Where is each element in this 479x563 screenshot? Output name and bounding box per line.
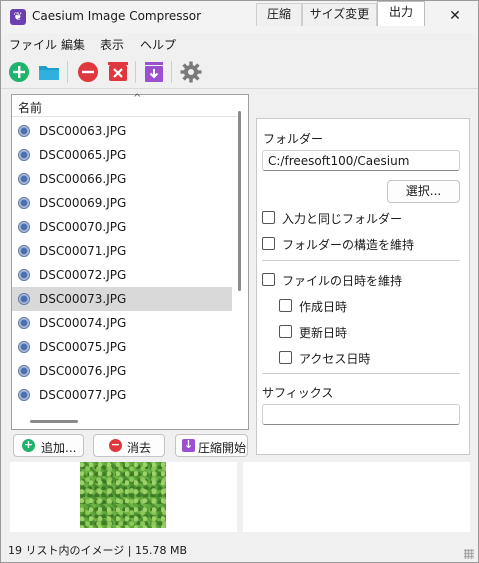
start-compression-button[interactable]: ↓ 圧縮開始 xyxy=(175,434,248,457)
menu-view[interactable]: 表示 xyxy=(100,36,124,53)
list-item[interactable]: DSC00074.JPG xyxy=(12,311,232,335)
image-file-icon xyxy=(18,269,30,281)
folder-label: フォルダー xyxy=(263,132,324,146)
open-folder-icon[interactable] xyxy=(37,60,61,84)
column-header-label: 名前 xyxy=(18,101,43,115)
tab-resize[interactable]: サイズ変更 xyxy=(302,3,377,26)
add-icon[interactable] xyxy=(7,60,31,84)
list-item[interactable]: DSC00063.JPG xyxy=(12,119,232,143)
app-window: ❦ Caesium Image Compressor — ☐ ✕ ファイル 編集… xyxy=(0,0,479,563)
modified-date-checkbox[interactable]: 更新日時 xyxy=(279,324,399,340)
original-preview-pane xyxy=(10,462,237,532)
image-file-icon xyxy=(18,221,30,233)
image-file-icon xyxy=(18,125,30,137)
toolbar xyxy=(1,55,478,89)
image-file-icon xyxy=(18,173,30,185)
image-file-icon xyxy=(18,245,30,257)
tab-output[interactable]: 出力 xyxy=(377,1,425,26)
suffix-input[interactable] xyxy=(262,404,460,425)
suffix-label: サフィックス xyxy=(262,386,334,400)
menu-file[interactable]: ファイル xyxy=(9,36,57,53)
keep-dates-checkbox[interactable]: ファイルの日時を維持 xyxy=(262,272,442,288)
add-files-button[interactable]: + 追加... xyxy=(13,434,84,457)
resize-grip-icon[interactable] xyxy=(464,549,474,559)
add-icon: + xyxy=(22,438,35,452)
list-item[interactable]: DSC00071.JPG xyxy=(12,239,232,263)
list-item[interactable]: DSC00077.JPG xyxy=(12,383,232,407)
image-file-icon xyxy=(18,389,30,401)
keep-structure-checkbox[interactable]: フォルダーの構造を維持 xyxy=(262,236,442,252)
list-item[interactable]: DSC00075.JPG xyxy=(12,335,232,359)
output-panel: フォルダー C:/freesoft100/Caesium 選択... 入力と同じ… xyxy=(256,118,470,455)
image-file-icon xyxy=(18,197,30,209)
sort-ascending-icon: ^ xyxy=(133,93,142,104)
list-item[interactable]: DSC00069.JPG xyxy=(12,191,232,215)
remove-files-button[interactable]: − 消去 xyxy=(93,434,165,457)
list-item[interactable]: DSC00070.JPG xyxy=(12,215,232,239)
toolbar-separator xyxy=(67,61,68,83)
toolbar-separator xyxy=(135,61,136,83)
image-file-icon xyxy=(18,365,30,377)
image-file-icon xyxy=(18,317,30,329)
image-file-icon xyxy=(18,293,30,305)
list-item[interactable]: DSC00072.JPG xyxy=(12,263,232,287)
compress-icon[interactable] xyxy=(142,60,166,84)
image-thumbnail xyxy=(80,462,166,528)
list-item-selected[interactable]: DSC00073.JPG xyxy=(12,287,232,311)
compress-icon: ↓ xyxy=(182,438,195,452)
window-title: Caesium Image Compressor xyxy=(32,9,202,23)
settings-icon[interactable] xyxy=(179,60,203,84)
compressed-preview-pane xyxy=(243,462,470,532)
file-list[interactable]: 名前 ^ DSC00063.JPG DSC00065.JPG DSC00066.… xyxy=(11,93,249,430)
status-bar-text: 19 リスト内のイメージ | 15.78 MB xyxy=(8,544,187,557)
divider xyxy=(262,260,460,261)
list-item[interactable]: DSC00066.JPG xyxy=(12,167,232,191)
app-logo-icon: ❦ xyxy=(10,9,26,25)
remove-icon: − xyxy=(109,438,122,452)
tab-compression[interactable]: 圧縮 xyxy=(256,3,302,26)
vertical-scrollbar[interactable] xyxy=(238,111,241,291)
column-header-name[interactable]: 名前 ^ xyxy=(12,93,240,117)
output-folder-input[interactable]: C:/freesoft100/Caesium xyxy=(262,150,460,171)
divider xyxy=(262,373,460,374)
image-file-icon xyxy=(18,149,30,161)
remove-icon[interactable] xyxy=(76,60,100,84)
menu-edit[interactable]: 編集 xyxy=(61,36,85,53)
same-as-input-checkbox[interactable]: 入力と同じフォルダー xyxy=(262,210,442,226)
list-item[interactable]: DSC00076.JPG xyxy=(12,359,232,383)
close-button[interactable]: ✕ xyxy=(432,1,478,33)
clear-list-icon[interactable] xyxy=(106,60,130,84)
browse-button[interactable]: 選択... xyxy=(387,180,460,203)
list-item[interactable]: DSC00065.JPG xyxy=(12,143,232,167)
created-date-checkbox[interactable]: 作成日時 xyxy=(279,298,399,314)
menu-help[interactable]: ヘルプ xyxy=(140,36,176,53)
horizontal-scrollbar[interactable] xyxy=(30,420,78,423)
toolbar-separator xyxy=(171,61,172,83)
image-file-icon xyxy=(18,341,30,353)
menu-bar: ファイル 編集 表示 ヘルプ xyxy=(1,33,478,55)
access-date-checkbox[interactable]: アクセス日時 xyxy=(279,350,399,366)
